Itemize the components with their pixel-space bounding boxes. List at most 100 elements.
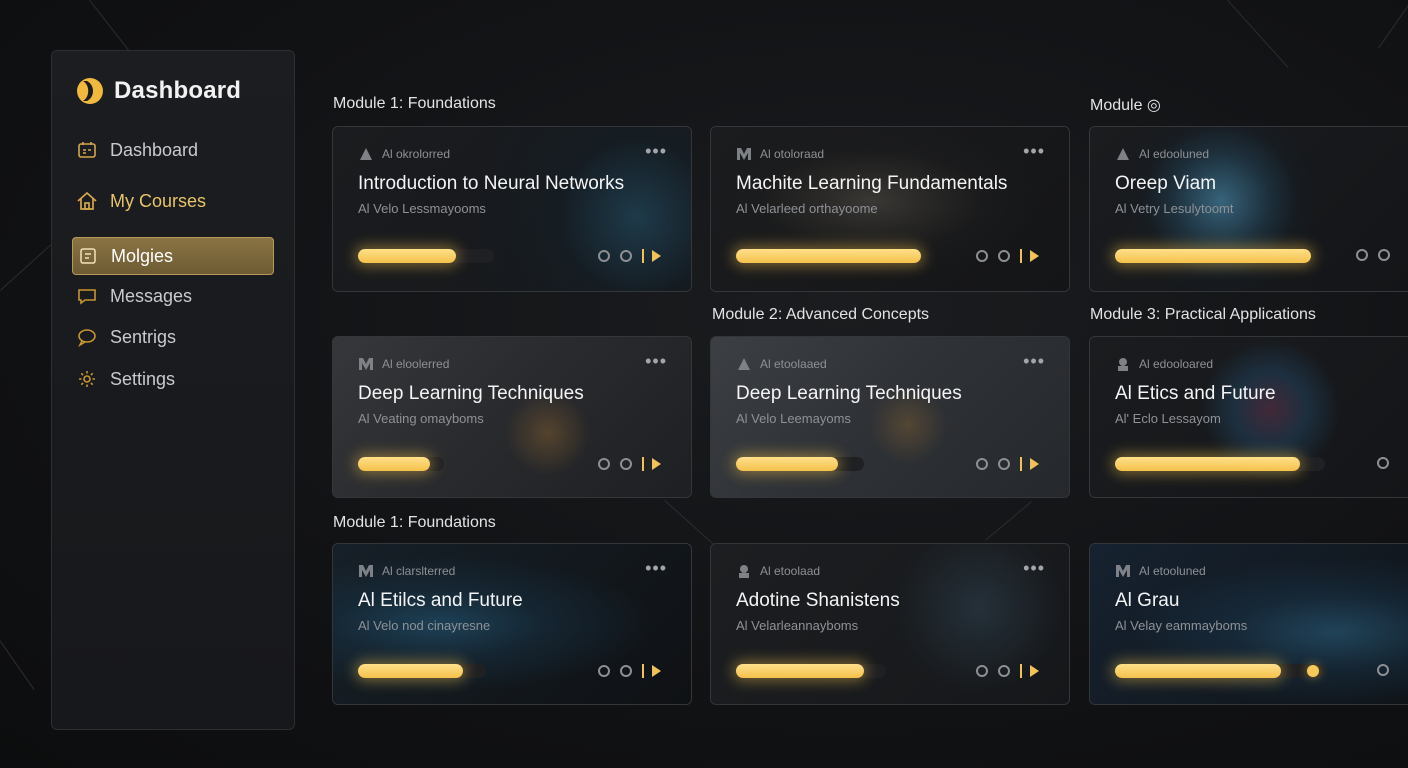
card-title: Adotine Shanistens — [736, 590, 900, 611]
more-icon[interactable]: ••• — [645, 141, 667, 162]
card-title: Introduction to Neural Networks — [358, 173, 625, 194]
card-subtitle: Al Velay eammayboms — [1115, 618, 1248, 633]
divider — [642, 664, 644, 678]
card-subtitle: Al Veating omayboms — [358, 411, 484, 426]
play-icon[interactable] — [1030, 250, 1039, 262]
course-card[interactable]: Al eloolerred ••• Deep Learning Techniqu… — [332, 336, 692, 498]
sidebar-item-modules[interactable]: Molgies — [72, 237, 274, 275]
sidebar-item-label: Dashboard — [110, 139, 199, 160]
more-icon[interactable]: ••• — [645, 351, 667, 372]
play-icon[interactable] — [652, 665, 661, 677]
circle-icon[interactable] — [598, 250, 610, 262]
more-icon[interactable]: ••• — [645, 558, 667, 579]
progress-fill — [736, 249, 921, 263]
card-controls — [976, 249, 1039, 263]
more-icon[interactable]: ••• — [1023, 558, 1045, 579]
circle-icon[interactable] — [976, 458, 988, 470]
circle-icon[interactable] — [998, 458, 1010, 470]
circle-icon[interactable] — [620, 458, 632, 470]
progress-fill — [358, 249, 456, 263]
play-icon[interactable] — [652, 458, 661, 470]
progress-fill — [358, 457, 431, 471]
card-title: Deep Learning Techniques — [736, 383, 962, 404]
course-card[interactable]: Al etoolaaed ••• Deep Learning Technique… — [710, 336, 1070, 498]
author-icon — [1118, 358, 1128, 371]
course-card[interactable]: Al clarslterred ••• Al Etilcs and Future… — [332, 543, 692, 705]
divider — [1020, 457, 1022, 471]
progress-bar — [736, 249, 921, 263]
circle-icon[interactable] — [620, 665, 632, 677]
sidebar-item-sentrigs[interactable]: Sentrigs — [72, 318, 274, 356]
play-icon[interactable] — [1030, 458, 1039, 470]
logo-icon — [76, 77, 104, 105]
circle-icon[interactable] — [1356, 249, 1368, 261]
card-meta-text: Al etoolaaed — [760, 357, 827, 371]
sidebar-item-messages[interactable]: Messages — [72, 277, 274, 315]
card-subtitle: Al Velarleed orthayoome — [736, 201, 878, 216]
card-controls — [976, 457, 1039, 471]
dashboard-icon — [76, 139, 98, 161]
sidebar-item-my-courses[interactable]: My Courses — [72, 182, 274, 220]
more-icon[interactable]: ••• — [1023, 141, 1045, 162]
card-controls — [1377, 457, 1389, 469]
divider — [1020, 249, 1022, 263]
circle-icon[interactable] — [998, 665, 1010, 677]
gear-icon — [76, 368, 98, 390]
bg-line — [985, 501, 1032, 541]
card-subtitle: Al Vetry Lesulytoomt — [1115, 201, 1234, 216]
bg-line — [89, 0, 134, 56]
circle-icon[interactable] — [598, 458, 610, 470]
course-card[interactable]: Al okrolorred ••• Introduction to Neural… — [332, 126, 692, 292]
progress-fill — [1115, 249, 1311, 263]
progress-handle[interactable] — [1307, 665, 1319, 677]
modules-icon — [77, 245, 99, 267]
card-title: Al Grau — [1115, 590, 1180, 611]
card-subtitle: Al Velo Lessmayooms — [358, 201, 486, 216]
card-meta-text: Al eloolerred — [382, 357, 450, 371]
card-meta-text: Al clarslterred — [382, 564, 456, 578]
author-icon — [1117, 148, 1129, 160]
course-card[interactable]: Al etoolaad ••• Adotine Shanistens Al Ve… — [710, 543, 1070, 705]
sidebar-item-label: Sentrigs — [110, 326, 177, 347]
card-controls — [976, 664, 1039, 678]
card-meta: Al etoolaaed — [736, 357, 827, 371]
more-icon[interactable]: ••• — [1023, 351, 1045, 372]
app-title: Dashboard — [114, 77, 242, 104]
play-icon[interactable] — [1030, 665, 1039, 677]
sidebar-item-settings[interactable]: Settings — [72, 360, 274, 398]
circle-icon[interactable] — [620, 250, 632, 262]
circle-icon[interactable] — [1377, 457, 1389, 469]
course-card[interactable]: Al otoloraad ••• Machite Learning Fundam… — [710, 126, 1070, 292]
course-card[interactable]: Al etooluned Al Grau Al Velay eammayboms — [1089, 543, 1408, 705]
bg-line — [1378, 0, 1408, 49]
brand: Dashboard — [76, 77, 241, 105]
author-icon — [739, 565, 749, 578]
module-heading: Module ◎ — [1090, 97, 1161, 114]
card-meta: Al eloolerred — [358, 357, 449, 371]
author-icon — [359, 565, 373, 577]
card-meta: Al etoolaad — [736, 564, 820, 578]
circle-icon[interactable] — [598, 665, 610, 677]
card-meta: Al otoloraad — [736, 147, 824, 161]
progress-bar — [1115, 457, 1325, 471]
circle-icon[interactable] — [1377, 664, 1389, 676]
sidebar-item-dashboard[interactable]: Dashboard — [72, 131, 274, 169]
author-icon — [1116, 565, 1130, 577]
module-heading: Module 1: Foundations — [333, 514, 496, 531]
author-icon — [737, 148, 751, 160]
module-heading: Module 2: Advanced Concepts — [712, 306, 930, 323]
circle-icon[interactable] — [976, 250, 988, 262]
card-controls — [598, 249, 661, 263]
circle-icon[interactable] — [976, 665, 988, 677]
progress-bar — [1115, 664, 1325, 678]
circle-icon[interactable] — [1378, 249, 1390, 261]
play-icon[interactable] — [652, 250, 661, 262]
progress-bar — [736, 457, 864, 471]
card-meta: Al clarslterred — [358, 564, 455, 578]
course-card[interactable]: Al edooloared Al Etics and Future Al' Ec… — [1089, 336, 1408, 498]
circle-icon[interactable] — [998, 250, 1010, 262]
card-meta: Al edooluned — [1115, 147, 1209, 161]
card-meta-text: Al edooluned — [1139, 147, 1210, 161]
course-card[interactable]: Al edooluned Oreep Viam Al Vetry Lesulyt… — [1089, 126, 1408, 292]
card-meta-text: Al okrolorred — [382, 147, 451, 161]
